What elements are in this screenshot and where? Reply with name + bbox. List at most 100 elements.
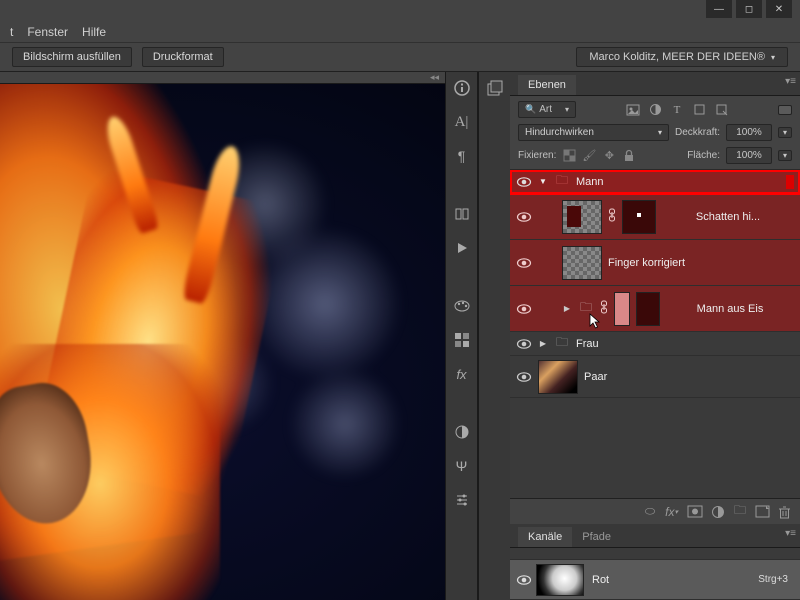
- layer-mask-icon[interactable]: [688, 506, 702, 517]
- visibility-toggle[interactable]: [516, 336, 532, 352]
- document-canvas[interactable]: ◂◂: [0, 72, 446, 600]
- panel-menu-icon[interactable]: ▾≡: [785, 528, 796, 539]
- info-icon[interactable]: [452, 78, 472, 98]
- opacity-value[interactable]: 100%: [726, 124, 772, 141]
- collapsed-panel-strip-1: A| ¶ fx Ψ: [446, 72, 478, 600]
- close-button[interactable]: ✕: [766, 0, 792, 18]
- lock-all-icon[interactable]: [622, 149, 636, 163]
- swatches-icon[interactable]: [452, 330, 472, 350]
- channel-name: Rot: [592, 574, 758, 586]
- printformat-button[interactable]: Druckformat: [142, 47, 224, 67]
- character-icon[interactable]: A|: [452, 112, 472, 132]
- layer-name: Finger korrigiert: [608, 257, 794, 269]
- channel-row-rot[interactable]: Rot Strg+3: [510, 560, 800, 600]
- visibility-toggle[interactable]: [516, 255, 532, 271]
- adjustments-icon[interactable]: [452, 422, 472, 442]
- new-group-icon[interactable]: 🗀: [734, 501, 746, 522]
- filter-pixel-icon[interactable]: [625, 103, 641, 117]
- channel-composite-row[interactable]: [510, 548, 800, 560]
- blend-mode-dropdown[interactable]: Hindurchwirken▾: [518, 124, 669, 141]
- layer-name: Frau: [576, 338, 794, 350]
- channels-tab[interactable]: Kanäle: [518, 527, 572, 547]
- channels-panel-tab-bar: Kanäle Pfade ▾≡: [510, 524, 800, 548]
- channel-thumbnail: [536, 564, 584, 596]
- options-bar: Bildschirm ausfüllen Druckformat Marco K…: [0, 42, 800, 72]
- layer-subgroup-mann-aus-eis[interactable]: ▶ 🗀 Mann aus Eis: [510, 286, 800, 332]
- usb-icon[interactable]: Ψ: [452, 456, 472, 476]
- opacity-flyout[interactable]: ▾: [778, 127, 792, 138]
- layer-filter-type[interactable]: 🔍Art▾: [518, 101, 576, 118]
- mask-thumbnail: [622, 200, 656, 234]
- disclosure-triangle[interactable]: ▼: [538, 177, 548, 186]
- layer-thumbnail: [562, 200, 602, 234]
- mask-thumbnail: [614, 292, 630, 326]
- disclosure-triangle[interactable]: ▶: [538, 339, 548, 348]
- workspace-name: Marco Kolditz, MEER DER IDEEN®: [589, 51, 765, 63]
- color-tag: [786, 175, 794, 189]
- delete-layer-icon[interactable]: [779, 506, 790, 518]
- fill-flyout[interactable]: ▾: [778, 150, 792, 161]
- layer-group-mann[interactable]: ▼ 🗀 Mann: [510, 170, 800, 194]
- right-panels: Ebenen ▾≡ 🔍Art▾ T Hindurchwirken▾ Deckkr…: [510, 72, 800, 600]
- maximize-button[interactable]: ◻: [736, 0, 762, 18]
- actions-icon[interactable]: [452, 204, 472, 224]
- layers-panel-tab-bar: Ebenen ▾≡: [510, 72, 800, 96]
- lock-pixels-icon[interactable]: 🖌: [582, 149, 596, 163]
- panel-menu-icon[interactable]: ▾≡: [785, 76, 796, 87]
- disclosure-triangle[interactable]: ▶: [562, 304, 572, 313]
- menu-item-hilfe[interactable]: Hilfe: [82, 25, 106, 39]
- artwork: [0, 84, 445, 600]
- layers-controls: 🔍Art▾ T Hindurchwirken▾ Deckkraft: 100% …: [510, 96, 800, 170]
- layers-tab[interactable]: Ebenen: [518, 75, 576, 95]
- properties-icon[interactable]: [452, 490, 472, 510]
- layer-thumbnail: [562, 246, 602, 280]
- workspace-switcher[interactable]: Marco Kolditz, MEER DER IDEEN® ▾: [576, 47, 788, 67]
- title-bar: — ◻ ✕: [0, 0, 800, 22]
- play-icon[interactable]: [452, 238, 472, 258]
- folder-icon: 🗀: [554, 338, 570, 350]
- menu-item-fenster[interactable]: Fenster: [27, 25, 68, 39]
- chevron-down-icon: ▾: [771, 53, 775, 62]
- layer-paar[interactable]: Paar: [510, 356, 800, 398]
- link-layers-icon[interactable]: ⬭: [645, 504, 655, 519]
- layer-finger[interactable]: Finger korrigiert: [510, 240, 800, 286]
- folder-icon: 🗀: [554, 176, 570, 188]
- channels-list: Rot Strg+3: [510, 548, 800, 600]
- fill-value[interactable]: 100%: [726, 147, 772, 164]
- filter-adjustment-icon[interactable]: [647, 103, 663, 117]
- paragraph-icon[interactable]: ¶: [452, 146, 472, 166]
- lock-position-icon[interactable]: ✥: [602, 149, 616, 163]
- new-layer-icon[interactable]: [756, 506, 769, 517]
- visibility-toggle[interactable]: [516, 174, 532, 190]
- styles-icon[interactable]: fx: [452, 364, 472, 384]
- collapsed-panel-strip-2: [478, 72, 510, 600]
- lock-transparency-icon[interactable]: [562, 149, 576, 163]
- visibility-toggle[interactable]: [516, 572, 532, 588]
- channel-shortcut: Strg+3: [758, 574, 794, 585]
- layer-group-frau[interactable]: ▶ 🗀 Frau: [510, 332, 800, 356]
- fullscreen-button[interactable]: Bildschirm ausfüllen: [12, 47, 132, 67]
- history-icon[interactable]: [485, 78, 505, 98]
- opacity-label: Deckkraft:: [675, 127, 720, 138]
- menu-bar: t Fenster Hilfe: [0, 22, 800, 42]
- visibility-toggle[interactable]: [516, 369, 532, 385]
- color-icon[interactable]: [452, 296, 472, 316]
- layers-footer: ⬭ fx▾ 🗀: [510, 498, 800, 524]
- layer-style-icon[interactable]: fx▾: [665, 505, 678, 519]
- mask-thumbnail-2: [636, 292, 660, 326]
- visibility-toggle[interactable]: [516, 209, 532, 225]
- menu-item[interactable]: t: [10, 25, 13, 39]
- minimize-button[interactable]: —: [706, 0, 732, 18]
- paths-tab[interactable]: Pfade: [572, 527, 621, 547]
- filter-type-icon[interactable]: T: [669, 103, 685, 117]
- filter-shape-icon[interactable]: [691, 103, 707, 117]
- panel-collapse-bar[interactable]: ◂◂: [0, 72, 445, 84]
- layer-schatten[interactable]: Schatten hi...: [510, 194, 800, 240]
- visibility-toggle[interactable]: [516, 301, 532, 317]
- filter-toggle[interactable]: [778, 105, 792, 115]
- filter-smartobject-icon[interactable]: [713, 103, 729, 117]
- lock-label: Fixieren:: [518, 150, 556, 161]
- fill-label: Fläche:: [687, 150, 720, 161]
- adjustment-layer-icon[interactable]: [712, 506, 724, 518]
- cursor-icon: [588, 314, 602, 330]
